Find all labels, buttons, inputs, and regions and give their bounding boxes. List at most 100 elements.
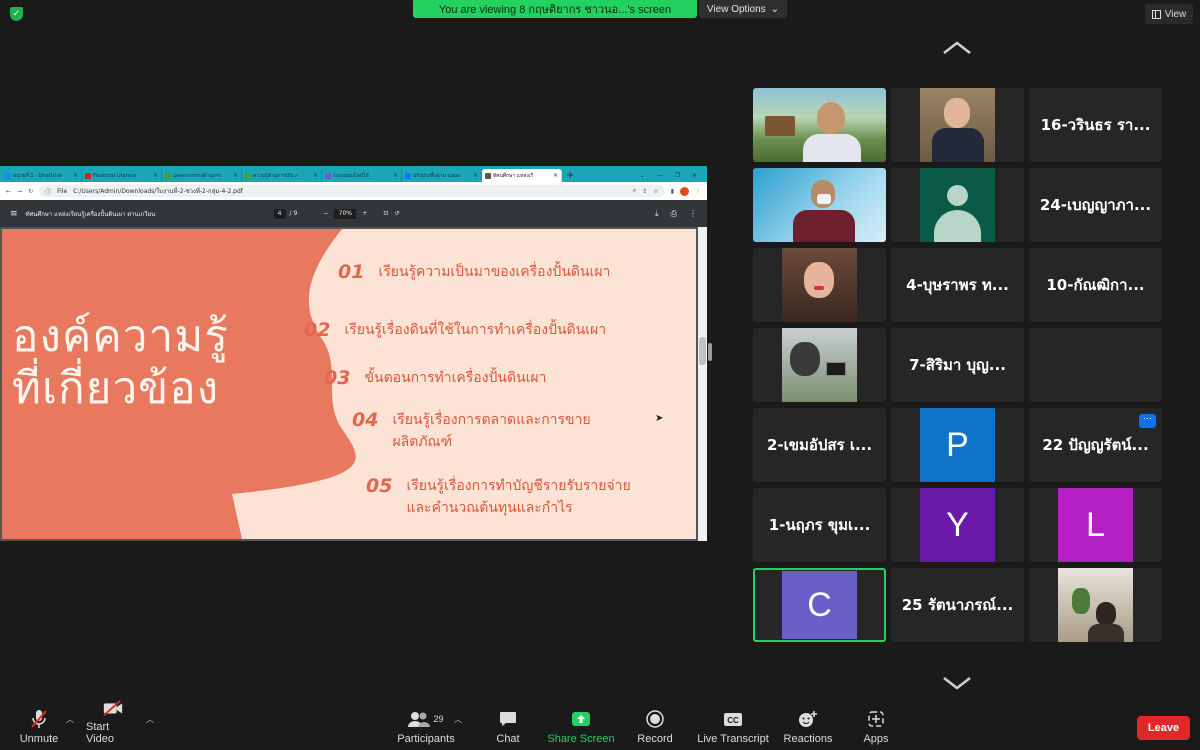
video-tile[interactable]: [753, 328, 886, 402]
participant-count: 29: [433, 714, 444, 724]
close-icon[interactable]: ×: [73, 172, 78, 179]
video-tile[interactable]: 2-เขมอัปสร เ...: [753, 408, 886, 482]
sidebar-icon[interactable]: ▮: [671, 188, 674, 195]
browser-tab[interactable]: หน่วยที่ 1 - OneDrive ×: [2, 169, 82, 182]
chat-button[interactable]: Chat: [493, 706, 523, 750]
avatar-body-icon: [934, 210, 981, 242]
apps-button[interactable]: Apps: [860, 706, 892, 750]
forward-arrow-icon[interactable]: →: [17, 188, 22, 195]
video-tile[interactable]: Y: [891, 488, 1024, 562]
tile-more-options-button[interactable]: ···: [1139, 414, 1156, 428]
window-controls: ⌄ — ❐ ✕: [640, 169, 707, 182]
browser-tab[interactable]: ความรู้ด้านการเงิน ก ×: [242, 169, 322, 182]
menu-kebab-icon[interactable]: ⋮: [695, 188, 701, 195]
back-arrow-icon[interactable]: ←: [6, 188, 11, 195]
video-tile[interactable]: [1029, 568, 1162, 642]
caret-up-icon[interactable]: ︿: [66, 714, 74, 725]
video-tile[interactable]: 25 รัตนาภรณ์...: [891, 568, 1024, 642]
close-icon[interactable]: ×: [153, 172, 158, 179]
view-options-button[interactable]: View Options ⌄: [699, 0, 787, 18]
pdf-viewer[interactable]: องค์ความรู้ ที่เกี่ยวข้อง 01 เรียนรู้ควา…: [0, 227, 707, 541]
fit-page-icon[interactable]: ⊡: [383, 210, 388, 217]
video-tile[interactable]: [753, 168, 886, 242]
view-button[interactable]: View: [1145, 4, 1193, 24]
lips-shape: [814, 286, 824, 290]
video-tile[interactable]: P: [891, 408, 1024, 482]
video-tile-active-speaker[interactable]: C: [753, 568, 886, 642]
scrollbar-thumb[interactable]: [699, 337, 706, 365]
split-view-handle[interactable]: [708, 343, 712, 361]
video-tile[interactable]: 1-นฤภร ขุมเ...: [753, 488, 886, 562]
browser-tab[interactable]: ระบบออนไลน์ได้ ×: [322, 169, 402, 182]
address-input[interactable]: ⓘ File C:/Users/Admin/Downloads/ใบงานที่…: [39, 185, 665, 197]
video-tile[interactable]: [753, 88, 886, 162]
chevron-down-icon[interactable]: [941, 675, 973, 691]
rotate-icon[interactable]: ↺: [394, 210, 399, 217]
microphone-muted-icon: [28, 709, 50, 729]
video-tile[interactable]: 7-สิริมา บุญ...: [891, 328, 1024, 402]
browser-tab-active[interactable]: ทัศนศึกษา แหล่งเรี ×: [482, 169, 562, 182]
video-tile[interactable]: 10-กัณฒิกา...: [1029, 248, 1162, 322]
new-tab-plus-icon[interactable]: +: [566, 169, 574, 182]
video-tile[interactable]: [1029, 328, 1162, 402]
start-video-label: Start Video: [86, 721, 114, 745]
print-icon[interactable]: ⎙: [671, 209, 677, 219]
browser-tab[interactable]: บุคคลากรทางด้านการ ×: [162, 169, 242, 182]
maximize-icon[interactable]: ❐: [675, 169, 680, 182]
reload-icon[interactable]: ↻: [28, 188, 33, 195]
caret-up-icon[interactable]: ︿: [454, 714, 462, 725]
item-text: เรียนรู้เรื่องการทำบัญชีรายรับรายจ่าย และ…: [406, 478, 631, 516]
close-icon[interactable]: ×: [473, 172, 478, 179]
video-tile[interactable]: 16-วรินธร รา...: [1029, 88, 1162, 162]
video-tile[interactable]: [753, 248, 886, 322]
close-icon[interactable]: ×: [313, 172, 318, 179]
video-tile[interactable]: [891, 168, 1024, 242]
record-button[interactable]: Record: [636, 706, 674, 750]
slide-item: 01 เรียนรู้ความเป็นมาของเครื่องปั้นดินเผ…: [338, 261, 610, 283]
video-tile[interactable]: L: [1029, 488, 1162, 562]
caret-up-icon[interactable]: ︿: [146, 714, 154, 725]
item-number: 05: [366, 475, 393, 497]
download-icon[interactable]: ⤓: [655, 209, 659, 219]
live-transcript-label: Live Transcript: [697, 733, 769, 745]
record-icon: [644, 709, 666, 729]
live-transcript-button[interactable]: CC Live Transcript: [696, 706, 770, 750]
video-tile[interactable]: 4-บุษราพร ท...: [891, 248, 1024, 322]
zoom-input[interactable]: 70%: [334, 208, 357, 219]
unmute-button[interactable]: Unmute ︿: [18, 706, 74, 750]
start-video-button[interactable]: Start Video ︿: [86, 699, 154, 750]
close-icon[interactable]: ×: [233, 172, 238, 179]
chevron-down-icon[interactable]: ⌄: [640, 169, 645, 182]
share-icon[interactable]: ⇪: [642, 188, 647, 195]
hamburger-menu-icon[interactable]: ≡: [10, 209, 18, 219]
profile-avatar-icon[interactable]: [680, 186, 689, 196]
page-number-input[interactable]: 4: [273, 208, 286, 219]
browser-tab[interactable]: ปรับปรุงพื้นฐาน แผนก ×: [402, 169, 482, 182]
participants-button[interactable]: 29 Participants ︿: [396, 706, 462, 750]
participant-video: [782, 248, 857, 322]
chevron-up-icon[interactable]: [941, 40, 973, 56]
close-icon[interactable]: ×: [553, 172, 558, 179]
close-icon[interactable]: ✕: [692, 169, 697, 182]
zoom-in-icon[interactable]: +: [362, 210, 367, 217]
star-icon[interactable]: ☆: [653, 188, 658, 195]
zoom-icon[interactable]: ⌕: [633, 187, 636, 195]
leave-button[interactable]: Leave: [1137, 716, 1190, 740]
body-shape: [1088, 624, 1124, 642]
shield-icon[interactable]: ✓: [10, 7, 23, 21]
participant-video: [1058, 568, 1133, 642]
close-icon[interactable]: ×: [393, 172, 398, 179]
pdf-scrollbar[interactable]: [698, 227, 707, 541]
browser-tab[interactable]: Financial Literacy ×: [82, 169, 162, 182]
minimize-icon[interactable]: —: [657, 169, 663, 182]
video-tile[interactable]: 24-เบญญาภา...: [1029, 168, 1162, 242]
more-icon[interactable]: ⋮: [689, 209, 697, 219]
video-tile[interactable]: [891, 88, 1024, 162]
share-screen-button[interactable]: Share Screen: [547, 706, 615, 750]
participant-video: [753, 88, 886, 162]
reactions-button[interactable]: Reactions: [783, 706, 833, 750]
video-tile[interactable]: 22 ปัญญรัตน์... ···: [1029, 408, 1162, 482]
zoom-meeting-window: ✓ You are viewing 8 กฤษติยากร ชาวนอ...'s…: [0, 0, 1200, 750]
zoom-out-icon[interactable]: −: [323, 210, 328, 217]
item-text: เรียนรู้เรื่องดินที่ใช้ในการทำเครื่องปั้…: [344, 322, 607, 338]
